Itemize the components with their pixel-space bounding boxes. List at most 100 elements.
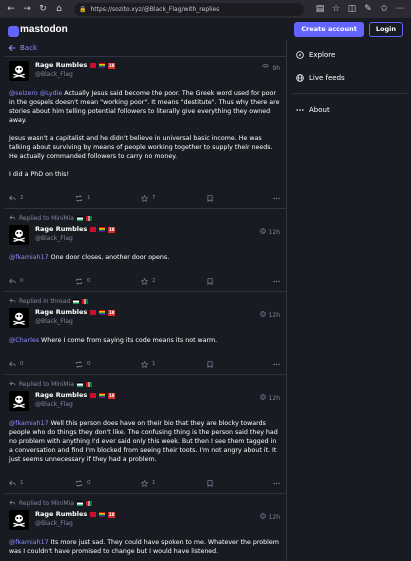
favourite-button[interactable]: 1 xyxy=(141,479,207,487)
bookmark-button[interactable] xyxy=(207,479,273,487)
display-name-text: Rage Rumbles xyxy=(35,308,88,316)
avatar[interactable] xyxy=(9,391,29,411)
status-actions: 0 0 1 xyxy=(9,354,280,374)
reply-arrow-icon xyxy=(9,380,16,388)
reply-arrow-icon xyxy=(9,297,16,305)
nav-live-feeds[interactable]: Live feeds xyxy=(288,66,411,89)
boost-button[interactable]: 0 xyxy=(75,277,141,285)
account-handle: @Black_Flag xyxy=(35,235,73,242)
status-actions: 0 0 2 xyxy=(9,271,280,291)
boost-button[interactable]: 1 xyxy=(75,194,141,202)
status-post[interactable]: Replied in thread Rage Rumbles 18 @Black_Fl… xyxy=(4,292,286,375)
address-bar[interactable]: 🔒 https://sozito.xyz/@Black_Flag/with_re… xyxy=(74,2,304,16)
globe-icon xyxy=(259,228,266,236)
status-post[interactable]: Replied to MiniMia Rage Rumbles 18 @Black_F… xyxy=(4,209,286,292)
collections-icon[interactable]: ✎ xyxy=(361,2,375,16)
nav-about[interactable]: About xyxy=(288,98,411,121)
timeline-column: Back Rage Rumbles 18 @Black_Flag 9h @selzero… xyxy=(4,40,287,561)
status-post[interactable]: Replied to MiniMia Rage Rumbles 18 @Black_F… xyxy=(4,494,286,561)
status-prepend: Replied to MiniMia xyxy=(9,213,280,223)
favourite-button[interactable]: 1 xyxy=(141,360,207,368)
home-icon[interactable]: ⌂ xyxy=(52,2,66,16)
more-options-button[interactable] xyxy=(273,482,280,485)
status-actions: 1 0 1 xyxy=(9,473,280,493)
status-author[interactable]: Rage Rumbles 18 @Black_Flag xyxy=(35,225,260,243)
status-author[interactable]: Rage Rumbles 18 @Black_Flag xyxy=(35,510,260,528)
sidebar-toggle-icon[interactable]: ◫ xyxy=(345,2,359,16)
mention-link[interactable]: @fkamiah17 xyxy=(9,254,49,261)
mention-link[interactable]: @fkamiah17 xyxy=(9,539,49,546)
mastodon-logo[interactable]: mastodon xyxy=(8,22,68,37)
mention-link[interactable]: @fkamiah17 xyxy=(9,420,49,427)
account-handle: @Black_Flag xyxy=(35,520,73,527)
reply-button[interactable]: 2 xyxy=(9,195,75,201)
status-author[interactable]: Rage Rumbles 18 @Black_Flag xyxy=(35,391,260,409)
status-time[interactable]: 12h xyxy=(259,311,280,319)
emoji-flag-icon xyxy=(82,298,89,304)
avatar[interactable] xyxy=(9,61,29,81)
mention-link[interactable]: @Lydie xyxy=(40,90,63,97)
reader-view-icon[interactable]: ▤ xyxy=(313,2,327,16)
status-time[interactable]: 12h xyxy=(259,513,280,521)
bookmark-button[interactable] xyxy=(207,194,273,202)
favourite-button[interactable]: 2 xyxy=(141,277,207,285)
status-author[interactable]: Rage Rumbles 18 @Black_Flag xyxy=(35,61,262,79)
status-header: Rage Rumbles 18 @Black_Flag 9h xyxy=(9,61,280,83)
bookmark-button[interactable] xyxy=(207,277,273,285)
emoji-flag-icon xyxy=(90,393,97,398)
more-options-button[interactable] xyxy=(273,363,280,366)
status-author[interactable]: Rage Rumbles 18 @Black_Flag xyxy=(35,308,260,326)
mention-link[interactable]: @Charles xyxy=(9,337,39,344)
bookmark-icon xyxy=(207,479,213,487)
back-button[interactable]: Back xyxy=(4,40,286,57)
status-paragraph: @selzero @Lydie Actually Jesus said beco… xyxy=(9,89,280,125)
emoji-rainbow-flag-icon xyxy=(99,310,106,315)
nav-explore[interactable]: Explore xyxy=(288,43,411,66)
mention-link[interactable]: @selzero xyxy=(9,90,38,97)
favourite-button[interactable]: 7 xyxy=(141,194,207,202)
status-paragraph: @fkamiah17 Well this person does have on… xyxy=(9,419,280,464)
status-post[interactable]: Replied to MiniMia Rage Rumbles 18 @Black_F… xyxy=(4,375,286,494)
emoji-flag-icon xyxy=(76,500,83,506)
status-post[interactable]: Rage Rumbles 18 @Black_Flag 9h @selzero @Lyd… xyxy=(4,57,286,209)
posts-list: Rage Rumbles 18 @Black_Flag 9h @selzero @Lyd… xyxy=(4,57,286,561)
back-nav-icon[interactable]: ← xyxy=(4,2,18,16)
forward-nav-icon[interactable]: → xyxy=(20,2,34,16)
logo-text: mastodon xyxy=(20,23,68,35)
bookmark-star-icon[interactable]: ☆ xyxy=(329,2,343,16)
unlisted-icon xyxy=(262,63,270,72)
login-button[interactable]: Login xyxy=(368,21,403,37)
status-content: @fkamiah17 One door closes, another door… xyxy=(9,253,280,262)
status-time[interactable]: 9h xyxy=(262,63,280,72)
star-icon xyxy=(141,194,148,202)
status-header: Rage Rumbles 18 @Black_Flag 12h xyxy=(9,225,280,247)
boost-button[interactable]: 0 xyxy=(75,360,141,368)
bookmark-button[interactable] xyxy=(207,360,273,368)
boost-button[interactable]: 0 xyxy=(75,479,141,487)
status-text: One door closes, another door opens. xyxy=(48,254,170,261)
status-text: Jesus wasn't a capitalist and he didn't … xyxy=(9,135,273,160)
status-content: @Charles Where I come from saying its co… xyxy=(9,336,280,345)
favourite-count: 2 xyxy=(152,278,156,284)
reply-button[interactable]: 0 xyxy=(9,278,75,284)
avatar[interactable] xyxy=(9,225,29,245)
reply-button[interactable]: 1 xyxy=(9,480,75,486)
reply-count: 2 xyxy=(20,195,24,201)
nav-explore-label: Explore xyxy=(309,50,336,59)
status-time[interactable]: 12h xyxy=(259,228,280,236)
avatar[interactable] xyxy=(9,510,29,530)
favorites-icon[interactable]: ✩ xyxy=(377,2,391,16)
emoji-flag-icon xyxy=(90,227,97,232)
create-account-button[interactable]: Create account xyxy=(294,21,364,37)
menu-dots-icon[interactable]: ⋯ xyxy=(393,2,407,16)
reply-button[interactable]: 0 xyxy=(9,361,75,367)
reply-count: 0 xyxy=(20,361,24,367)
status-time[interactable]: 12h xyxy=(259,394,280,402)
status-content: @selzero @Lydie Actually Jesus said beco… xyxy=(9,89,280,179)
avatar[interactable] xyxy=(9,308,29,328)
status-timestamp: 9h xyxy=(272,64,280,72)
more-options-button[interactable] xyxy=(273,280,280,283)
ellipsis-icon xyxy=(273,363,280,366)
more-options-button[interactable] xyxy=(273,197,280,200)
reload-icon[interactable]: ↻ xyxy=(36,2,50,16)
